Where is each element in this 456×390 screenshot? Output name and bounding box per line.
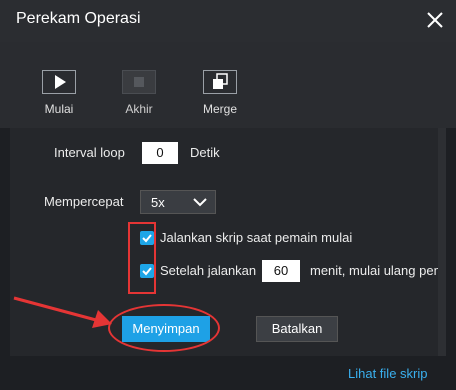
end-button[interactable]: Akhir	[109, 70, 169, 116]
record-toolbar: Mulai Akhir Merge	[0, 42, 456, 128]
save-highlight-annotation	[108, 304, 220, 352]
arrow-annotation-icon	[13, 296, 112, 328]
checkbox-highlight-annotation	[128, 222, 156, 294]
close-icon[interactable]	[424, 9, 446, 31]
speed-label: Mempercepat	[44, 194, 124, 209]
speed-select[interactable]: 5x	[140, 190, 216, 214]
footer: Lihat file skrip	[0, 356, 456, 390]
start-button[interactable]: Mulai	[29, 70, 89, 116]
cancel-button[interactable]: Batalkan	[256, 316, 338, 342]
after-run-prefix: Setelah jalankan	[160, 263, 257, 278]
interval-input[interactable]: 0	[142, 142, 178, 164]
chevron-down-icon	[193, 198, 207, 207]
start-label: Mulai	[44, 102, 74, 116]
interval-unit: Detik	[190, 145, 220, 160]
end-label: Akhir	[125, 102, 153, 116]
stop-icon	[122, 70, 156, 94]
run-on-start-label: Jalankan skrip saat pemain mulai	[160, 230, 353, 245]
interval-label: Interval loop	[54, 145, 125, 160]
merge-icon	[203, 70, 237, 94]
merge-button[interactable]: Merge	[190, 70, 250, 116]
scrollbar[interactable]	[438, 128, 446, 356]
title-bar: Perekam Operasi	[0, 0, 456, 42]
speed-value: 5x	[151, 195, 165, 210]
after-run-suffix: menit, mulai ulang pema	[310, 263, 446, 278]
play-icon	[42, 70, 76, 94]
after-run-minutes-input[interactable]: 60	[262, 260, 300, 282]
merge-label: Merge	[202, 102, 237, 116]
window-title: Perekam Operasi	[16, 10, 141, 27]
view-scripts-link[interactable]: Lihat file skrip	[348, 366, 427, 381]
